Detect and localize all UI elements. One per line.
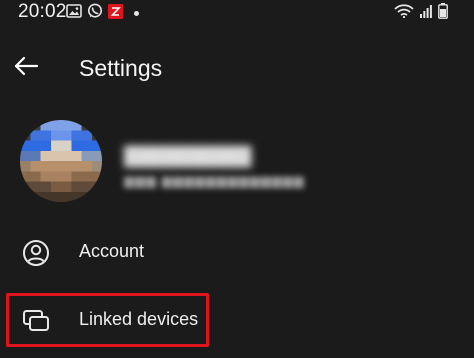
notification-dot-icon: [134, 11, 139, 16]
image-icon: [66, 4, 82, 23]
account-circle-icon: [20, 237, 52, 269]
page-title: Settings: [79, 55, 163, 81]
avatar-icon[interactable]: [20, 120, 102, 202]
menu-item-linked-devices[interactable]: Linked devices: [0, 293, 474, 349]
menu-item-label: Linked devices: [79, 309, 199, 329]
signal-icon: [420, 4, 432, 23]
profile-row[interactable]: ██████████ ▆▆▆ ▆▆▆▆▆▆▆▆▆▆▆▆▆: [0, 112, 474, 208]
app-header: Settings: [0, 40, 474, 98]
app-notification-icon: [108, 3, 123, 24]
back-button[interactable]: [10, 52, 42, 84]
arrow-left-icon: [13, 55, 39, 82]
profile-phone-pixelated: ▆▆▆ ▆▆▆▆▆▆▆▆▆▆▆▆▆: [124, 173, 305, 188]
status-time: 20:02: [18, 1, 67, 22]
profile-name-pixelated: ██████████: [124, 146, 252, 166]
wifi-icon: [394, 4, 414, 23]
status-left-icons: [66, 3, 139, 24]
menu-item-account[interactable]: Account: [0, 225, 474, 281]
profile-info: ██████████ ▆▆▆ ▆▆▆▆▆▆▆▆▆▆▆▆▆: [124, 146, 305, 189]
status-right-icons: [394, 3, 448, 24]
status-bar: 20:02: [0, 0, 474, 26]
battery-icon: [438, 3, 448, 24]
linked-devices-icon: [20, 305, 52, 337]
menu-item-label: Account: [79, 241, 145, 261]
whatsapp-icon: [87, 3, 103, 24]
